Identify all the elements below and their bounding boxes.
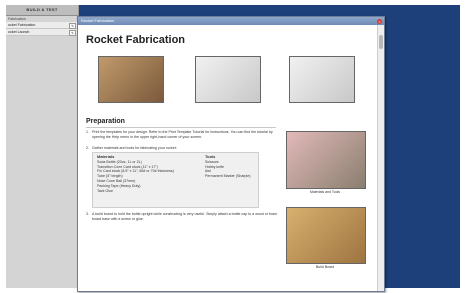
- step-number: 2.: [86, 146, 89, 150]
- app-frame: BUILD & TEST Fabrication ocket Fabricati…: [0, 0, 465, 293]
- photo-rocket-box: [98, 56, 164, 103]
- section-divider: [86, 127, 276, 128]
- material-item: Tack Glue: [97, 188, 113, 193]
- photo-fins: [289, 56, 355, 103]
- materials-box: Materials Soda Bottle (20oz, 1L or 2L) T…: [92, 152, 259, 208]
- photo-templates: [195, 56, 261, 103]
- caption-build-board: Build Board: [315, 265, 335, 269]
- sidebar-item-rocket-fabrication[interactable]: ocket Fabrication ✎: [6, 22, 78, 29]
- page-title: Rocket Fabrication: [86, 34, 186, 46]
- close-icon[interactable]: ×: [377, 18, 382, 24]
- sidebar-header: BUILD & TEST: [6, 5, 78, 16]
- vertical-scrollbar[interactable]: [377, 25, 384, 291]
- step-item: 1. Print the templates for your design. …: [86, 130, 282, 140]
- sidebar-section-label: Fabrication: [8, 17, 26, 21]
- step-item: 2. Gather materials and tools for fabric…: [86, 146, 282, 151]
- materials-column: Materials Soda Bottle (20oz, 1L or 2L) T…: [97, 154, 192, 193]
- sidebar-item-label: ocket Fabrication: [8, 23, 36, 27]
- window-titlebar: Rocket Fabrication ×: [78, 17, 384, 25]
- edit-icon[interactable]: ✎: [69, 30, 76, 36]
- caption-materials-tools: Materials and Tools: [309, 190, 341, 194]
- content-area: Rocket Fabrication Preparation 1. Print …: [78, 25, 378, 291]
- photo-build-board: [286, 207, 366, 264]
- step-text: Gather materials and tools for fabricati…: [92, 146, 177, 150]
- step-number: 1.: [86, 130, 89, 134]
- step-number: 3.: [86, 212, 89, 216]
- sidebar-item-label: ocket Launch: [8, 30, 30, 34]
- tool-item: Permanent Marker (Sharpie): [205, 174, 251, 179]
- sidebar: BUILD & TEST Fabrication ocket Fabricati…: [6, 5, 79, 288]
- step-text: Print the templates for your design. Ref…: [92, 130, 273, 139]
- sidebar-item-rocket-launch[interactable]: ocket Launch ✎: [6, 29, 78, 36]
- tools-column: Tools Scissors Hobby knife Awl Permanent…: [205, 154, 255, 179]
- content-window: Rocket Fabrication × Rocket Fabrication …: [77, 16, 385, 292]
- scrollbar-thumb[interactable]: [379, 35, 383, 49]
- step-text: A build board to hold the bottle upright…: [92, 212, 277, 221]
- window-title: Rocket Fabrication: [81, 18, 115, 23]
- step-item: 3. A build board to hold the bottle upri…: [86, 212, 282, 222]
- photo-materials-tools: [286, 131, 366, 189]
- section-heading: Preparation: [86, 118, 125, 125]
